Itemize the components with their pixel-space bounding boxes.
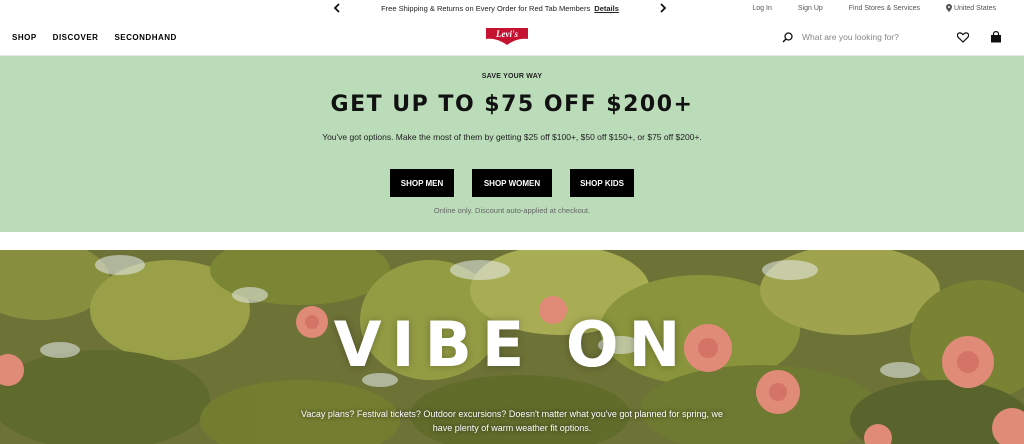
search-input[interactable]: [802, 32, 952, 42]
account-links: Log In Sign Up Find Stores & Services Un…: [726, 0, 996, 16]
nav-item-shop[interactable]: SHOP: [12, 33, 37, 42]
promo-cta-group: SHOP MEN SHOP WOMEN SHOP KIDS: [0, 169, 1024, 197]
main-nav: SHOP DISCOVER SECONDHAND Levi's: [0, 18, 1024, 56]
promo-banner: SAVE YOUR WAY GET UP TO $75 OFF $200+ Yo…: [0, 56, 1024, 232]
country-selector[interactable]: United States: [945, 4, 996, 12]
country-label: United States: [953, 4, 996, 12]
promo-fine-print: Online only. Discount auto-applied at ch…: [433, 206, 591, 215]
logo-text: Levi's: [495, 29, 518, 39]
search-icon[interactable]: [780, 30, 794, 44]
promo-details-link[interactable]: Details: [594, 4, 619, 13]
chevron-left-icon[interactable]: [330, 1, 344, 15]
find-stores-link[interactable]: Find Stores & Services: [849, 5, 920, 12]
utility-bar: Free Shipping & Returns on Every Order f…: [0, 0, 1024, 16]
levis-logo[interactable]: Levi's: [485, 27, 529, 46]
shop-men-button[interactable]: SHOP MEN: [390, 169, 454, 197]
heart-icon[interactable]: [955, 29, 971, 45]
shop-kids-button[interactable]: SHOP KIDS: [570, 169, 634, 197]
shopping-bag-icon[interactable]: [988, 29, 1004, 45]
shop-women-button[interactable]: SHOP WOMEN: [472, 169, 552, 197]
chevron-right-icon[interactable]: [656, 1, 670, 15]
hero-copy: Vacay plans? Festival tickets? Outdoor e…: [301, 409, 723, 433]
nav-item-secondhand[interactable]: SECONDHAND: [114, 33, 176, 42]
login-link[interactable]: Log In: [752, 5, 771, 12]
nav-item-discover[interactable]: DISCOVER: [53, 33, 99, 42]
promo-ticker: Free Shipping & Returns on Every Order f…: [330, 0, 670, 16]
hero-section[interactable]: VIBE ON Vacay plans? Festival tickets? O…: [0, 250, 1024, 444]
map-pin-icon: [945, 4, 952, 12]
promo-description: You've got options. Make the most of the…: [322, 132, 702, 142]
search-bar[interactable]: [780, 27, 956, 47]
promo-message: Free Shipping & Returns on Every Order f…: [381, 4, 619, 13]
promo-eyebrow: SAVE YOUR WAY: [481, 73, 543, 80]
promo-text: Free Shipping & Returns on Every Order f…: [381, 3, 591, 13]
promo-headline: GET UP TO $75 OFF $200+: [330, 92, 694, 117]
signup-link[interactable]: Sign Up: [798, 5, 823, 12]
hero-title: VIBE ON: [333, 308, 691, 381]
nav-menu: SHOP DISCOVER SECONDHAND: [12, 18, 193, 56]
